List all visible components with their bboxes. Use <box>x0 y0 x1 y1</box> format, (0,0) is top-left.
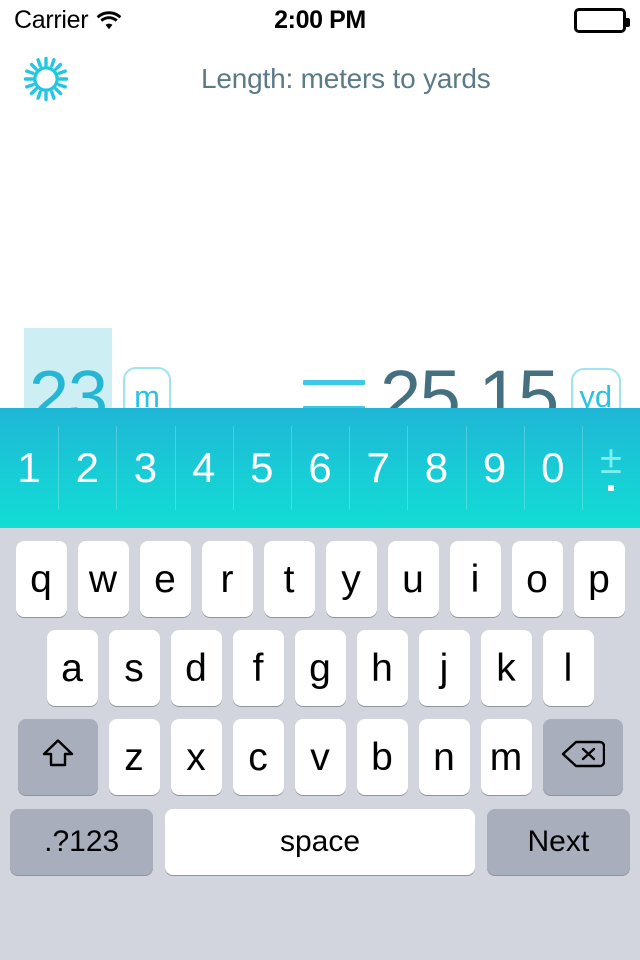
space-key[interactable]: space <box>165 809 474 875</box>
number-key-row: 1 2 3 4 5 6 7 8 9 0 ± <box>0 408 640 528</box>
on-screen-keyboard: q w e r t y u i o p a s d f g h j k l z … <box>0 528 640 960</box>
gear-icon[interactable] <box>22 55 70 103</box>
keyboard-row-1: q w e r t y u i o p <box>0 541 640 617</box>
num-key-0[interactable]: 0 <box>524 408 582 528</box>
key-v[interactable]: v <box>295 719 346 795</box>
page-title: Length: meters to yards <box>201 63 491 95</box>
keyboard-row-3: z x c v b n m <box>0 719 640 795</box>
key-t[interactable]: t <box>264 541 315 617</box>
key-h[interactable]: h <box>357 630 408 706</box>
key-x[interactable]: x <box>171 719 222 795</box>
status-bar-right <box>574 8 626 33</box>
key-f[interactable]: f <box>233 630 284 706</box>
num-key-1[interactable]: 1 <box>0 408 58 528</box>
carrier-label: Carrier <box>14 6 88 35</box>
key-e[interactable]: e <box>140 541 191 617</box>
num-key-9[interactable]: 9 <box>466 408 524 528</box>
key-z[interactable]: z <box>109 719 160 795</box>
key-p[interactable]: p <box>574 541 625 617</box>
key-a[interactable]: a <box>47 630 98 706</box>
decimal-dot-icon <box>608 485 614 491</box>
key-q[interactable]: q <box>16 541 67 617</box>
key-o[interactable]: o <box>512 541 563 617</box>
key-l[interactable]: l <box>543 630 594 706</box>
key-m[interactable]: m <box>481 719 532 795</box>
key-g[interactable]: g <box>295 630 346 706</box>
shift-key[interactable] <box>18 719 98 795</box>
key-i[interactable]: i <box>450 541 501 617</box>
equals-icon <box>303 380 365 411</box>
num-key-4[interactable]: 4 <box>175 408 233 528</box>
backspace-key[interactable] <box>543 719 623 795</box>
key-u[interactable]: u <box>388 541 439 617</box>
next-key[interactable]: Next <box>487 809 630 875</box>
key-s[interactable]: s <box>109 630 160 706</box>
key-c[interactable]: c <box>233 719 284 795</box>
num-key-5[interactable]: 5 <box>233 408 291 528</box>
conversion-area: 23 m 25.15 yd <box>0 118 640 408</box>
key-b[interactable]: b <box>357 719 408 795</box>
key-d[interactable]: d <box>171 630 222 706</box>
num-key-2[interactable]: 2 <box>58 408 116 528</box>
battery-full-icon <box>574 8 626 33</box>
key-n[interactable]: n <box>419 719 470 795</box>
status-bar-left: Carrier <box>14 6 122 35</box>
key-y[interactable]: y <box>326 541 377 617</box>
num-key-3[interactable]: 3 <box>116 408 174 528</box>
num-key-7[interactable]: 7 <box>349 408 407 528</box>
num-key-8[interactable]: 8 <box>407 408 465 528</box>
wifi-icon <box>96 10 122 30</box>
key-w[interactable]: w <box>78 541 129 617</box>
keyboard-row-4: .?123 space Next <box>0 809 640 875</box>
status-bar: Carrier 2:00 PM <box>0 0 640 40</box>
keyboard-row-2: a s d f g h j k l <box>0 630 640 706</box>
shift-icon <box>41 737 75 778</box>
plus-minus-icon: ± <box>600 445 622 475</box>
num-key-6[interactable]: 6 <box>291 408 349 528</box>
mode-switch-key[interactable]: .?123 <box>10 809 153 875</box>
app-header: Length: meters to yards <box>0 40 640 118</box>
key-r[interactable]: r <box>202 541 253 617</box>
plus-minus-decimal-key[interactable]: ± <box>582 408 640 528</box>
key-j[interactable]: j <box>419 630 470 706</box>
key-k[interactable]: k <box>481 630 532 706</box>
backspace-icon <box>561 738 605 777</box>
